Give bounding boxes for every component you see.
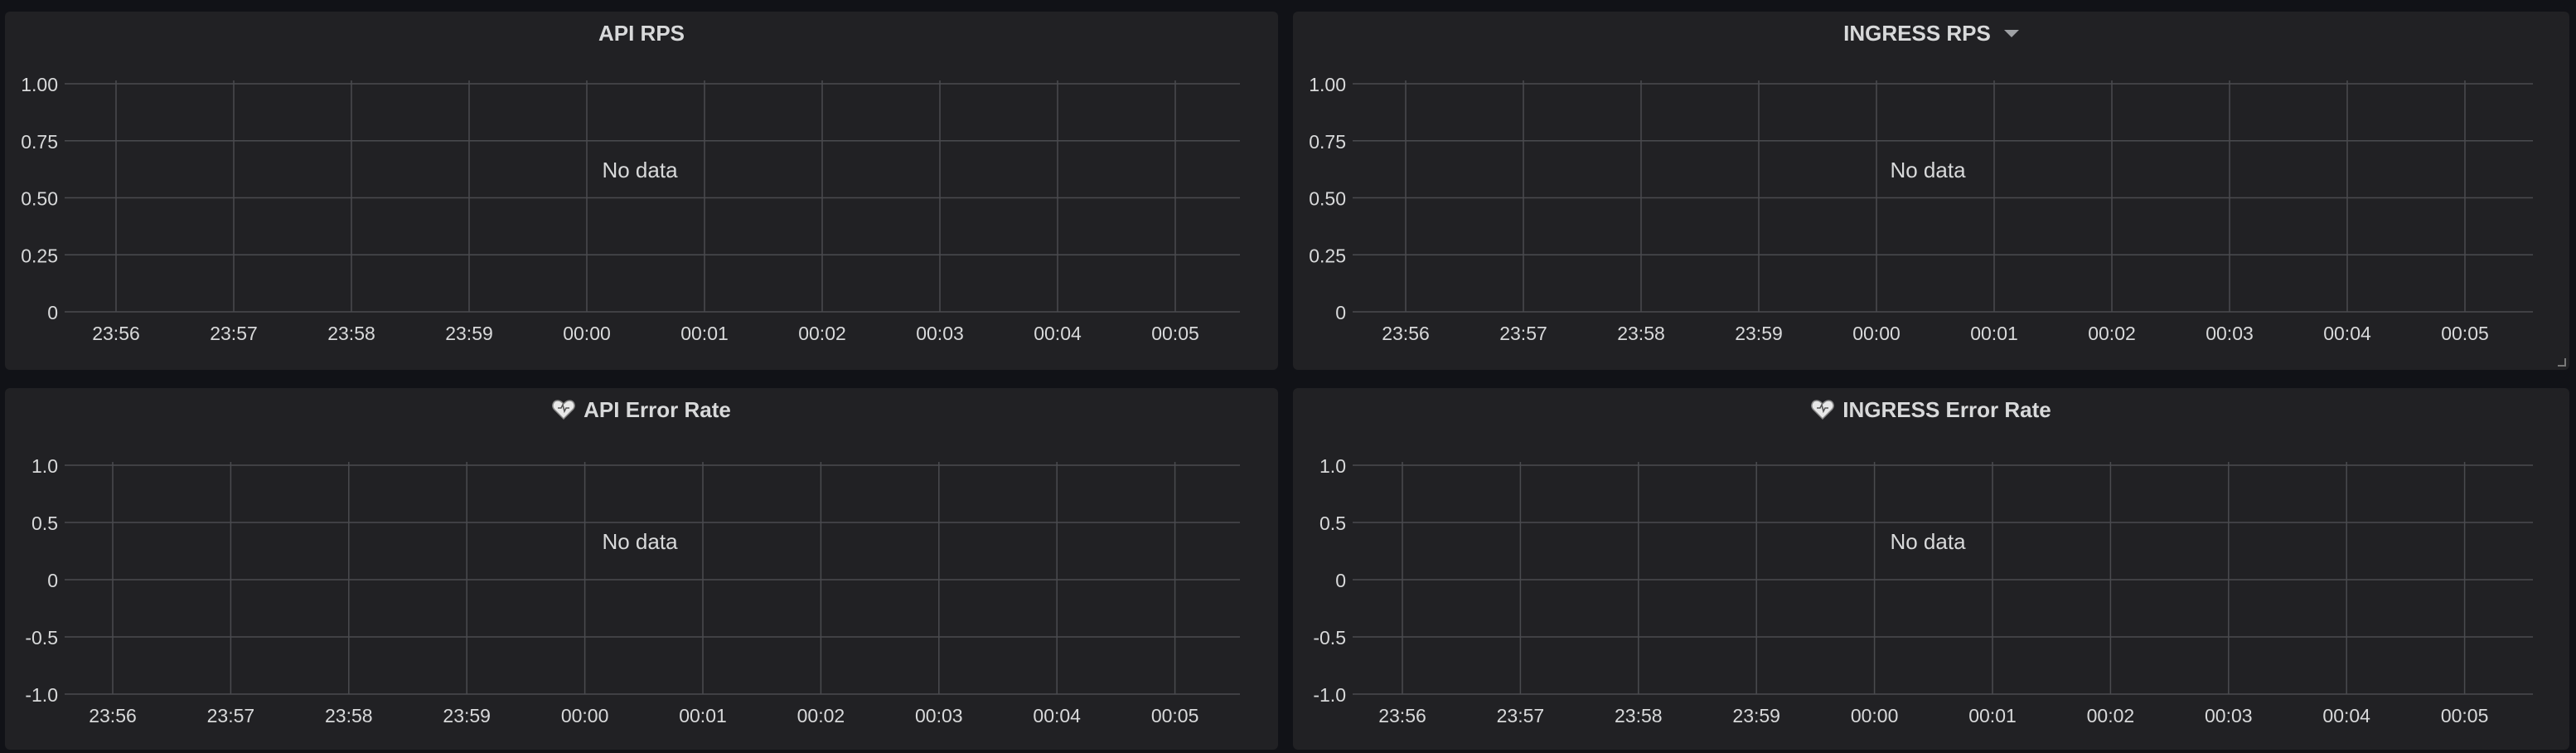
y-tick-label: 0.75 bbox=[21, 131, 58, 153]
y-tick-label: 0.25 bbox=[21, 245, 58, 266]
y-tick-label: -0.5 bbox=[1313, 627, 1346, 649]
x-tick-label: 00:01 bbox=[1968, 705, 2017, 726]
x-tick-label: 00:05 bbox=[1151, 323, 1199, 344]
panel-ingress-error-rate: INGRESS Error Rate 1.0 0.5 0 -0.5 -1.0 23:56 2… bbox=[1293, 388, 2569, 750]
x-tick-label: 00:04 bbox=[2323, 323, 2371, 344]
x-tick-label: 00:02 bbox=[2088, 323, 2136, 344]
y-tick-label: 0 bbox=[1335, 302, 1346, 323]
no-data-message: No data bbox=[1890, 529, 1966, 554]
y-tick-label: 0.50 bbox=[21, 188, 58, 210]
y-tick-label: -0.5 bbox=[25, 627, 58, 649]
x-tick-label: 23:58 bbox=[325, 705, 373, 726]
y-tick-label: 0.25 bbox=[1309, 245, 1346, 266]
no-data-message: No data bbox=[602, 529, 678, 554]
y-tick-label: 0 bbox=[47, 570, 58, 591]
x-tick-label: 00:03 bbox=[2205, 705, 2253, 726]
y-tick-label: 1.0 bbox=[31, 455, 58, 477]
x-tick-label: 00:03 bbox=[2206, 323, 2254, 344]
panel-api-rps: API RPS 1.00 0.75 0.50 0.25 0 23:56 23:57 23:58… bbox=[5, 12, 1278, 370]
x-tick-label: 00:05 bbox=[2441, 323, 2489, 344]
y-tick-label: -1.0 bbox=[1313, 684, 1346, 706]
x-tick-label: 23:57 bbox=[1499, 323, 1547, 344]
y-tick-label: 0.75 bbox=[1309, 131, 1346, 153]
y-tick-label: 1.00 bbox=[1309, 74, 1346, 95]
x-tick-label: 23:58 bbox=[1617, 323, 1665, 344]
x-tick-label: 00:01 bbox=[679, 705, 727, 726]
x-tick-label: 00:02 bbox=[797, 705, 845, 726]
x-tick-label: 23:56 bbox=[1382, 323, 1430, 344]
x-tick-label: 23:57 bbox=[207, 705, 255, 726]
panel-resize-handle[interactable] bbox=[2556, 357, 2566, 367]
chart-api-error-rate: 1.0 0.5 0 -0.5 -1.0 23:56 23:57 23:58 23:59 00:00… bbox=[25, 455, 1240, 726]
panel-ingress-rps: INGRESS RPS 1.00 0.75 0.50 0.25 0 23:56 23:57 2… bbox=[1293, 12, 2569, 370]
chart-ingress-error-rate: 1.0 0.5 0 -0.5 -1.0 23:56 23:57 23:58 23:59 00:00… bbox=[1313, 455, 2533, 726]
x-tick-label: 00:04 bbox=[1034, 323, 1082, 344]
x-tick-label: 23:59 bbox=[1735, 323, 1783, 344]
x-tick-label: 00:01 bbox=[680, 323, 729, 344]
x-tick-label: 23:56 bbox=[92, 323, 140, 344]
x-tick-label: 23:56 bbox=[89, 705, 137, 726]
chart-ingress-rps: 1.00 0.75 0.50 0.25 0 23:56 23:57 23:58 23:59 00:… bbox=[1309, 74, 2533, 344]
x-tick-label: 23:59 bbox=[1732, 705, 1780, 726]
x-tick-label: 00:00 bbox=[563, 323, 611, 344]
x-tick-label: 23:57 bbox=[1497, 705, 1545, 726]
y-tick-label: 0 bbox=[1335, 570, 1346, 591]
x-tick-label: 00:04 bbox=[2322, 705, 2370, 726]
x-tick-label: 23:57 bbox=[210, 323, 258, 344]
x-tick-label: 00:05 bbox=[1151, 705, 1199, 726]
x-tick-label: 23:59 bbox=[443, 705, 491, 726]
panel-api-error-rate: API Error Rate 1.0 0.5 0 -0.5 -1.0 23:56 23:57… bbox=[5, 388, 1278, 750]
x-tick-label: 00:02 bbox=[798, 323, 846, 344]
y-tick-label: 1.0 bbox=[1319, 455, 1346, 477]
y-tick-label: 0.5 bbox=[1319, 513, 1346, 534]
x-tick-label: 00:01 bbox=[1970, 323, 2018, 344]
x-tick-label: 00:00 bbox=[1852, 323, 1901, 344]
x-tick-label: 00:04 bbox=[1033, 705, 1081, 726]
chart-api-rps: 1.00 0.75 0.50 0.25 0 23:56 23:57 23:58 23:59 00:… bbox=[21, 74, 1240, 344]
x-tick-label: 00:03 bbox=[916, 323, 964, 344]
x-tick-label: 00:02 bbox=[2087, 705, 2135, 726]
no-data-message: No data bbox=[1890, 158, 1966, 182]
y-tick-label: 1.00 bbox=[21, 74, 58, 95]
no-data-message: No data bbox=[602, 158, 678, 182]
x-tick-label: 00:00 bbox=[561, 705, 609, 726]
y-tick-label: 0.5 bbox=[31, 513, 58, 534]
x-tick-label: 00:03 bbox=[915, 705, 963, 726]
x-tick-label: 23:59 bbox=[445, 323, 493, 344]
y-tick-label: 0.50 bbox=[1309, 188, 1346, 210]
x-tick-label: 00:00 bbox=[1851, 705, 1899, 726]
x-tick-label: 23:58 bbox=[1615, 705, 1663, 726]
y-tick-label: 0 bbox=[47, 302, 58, 323]
x-tick-label: 23:58 bbox=[327, 323, 375, 344]
y-tick-label: -1.0 bbox=[25, 684, 58, 706]
x-tick-label: 00:05 bbox=[2441, 705, 2489, 726]
x-tick-label: 23:56 bbox=[1378, 705, 1426, 726]
